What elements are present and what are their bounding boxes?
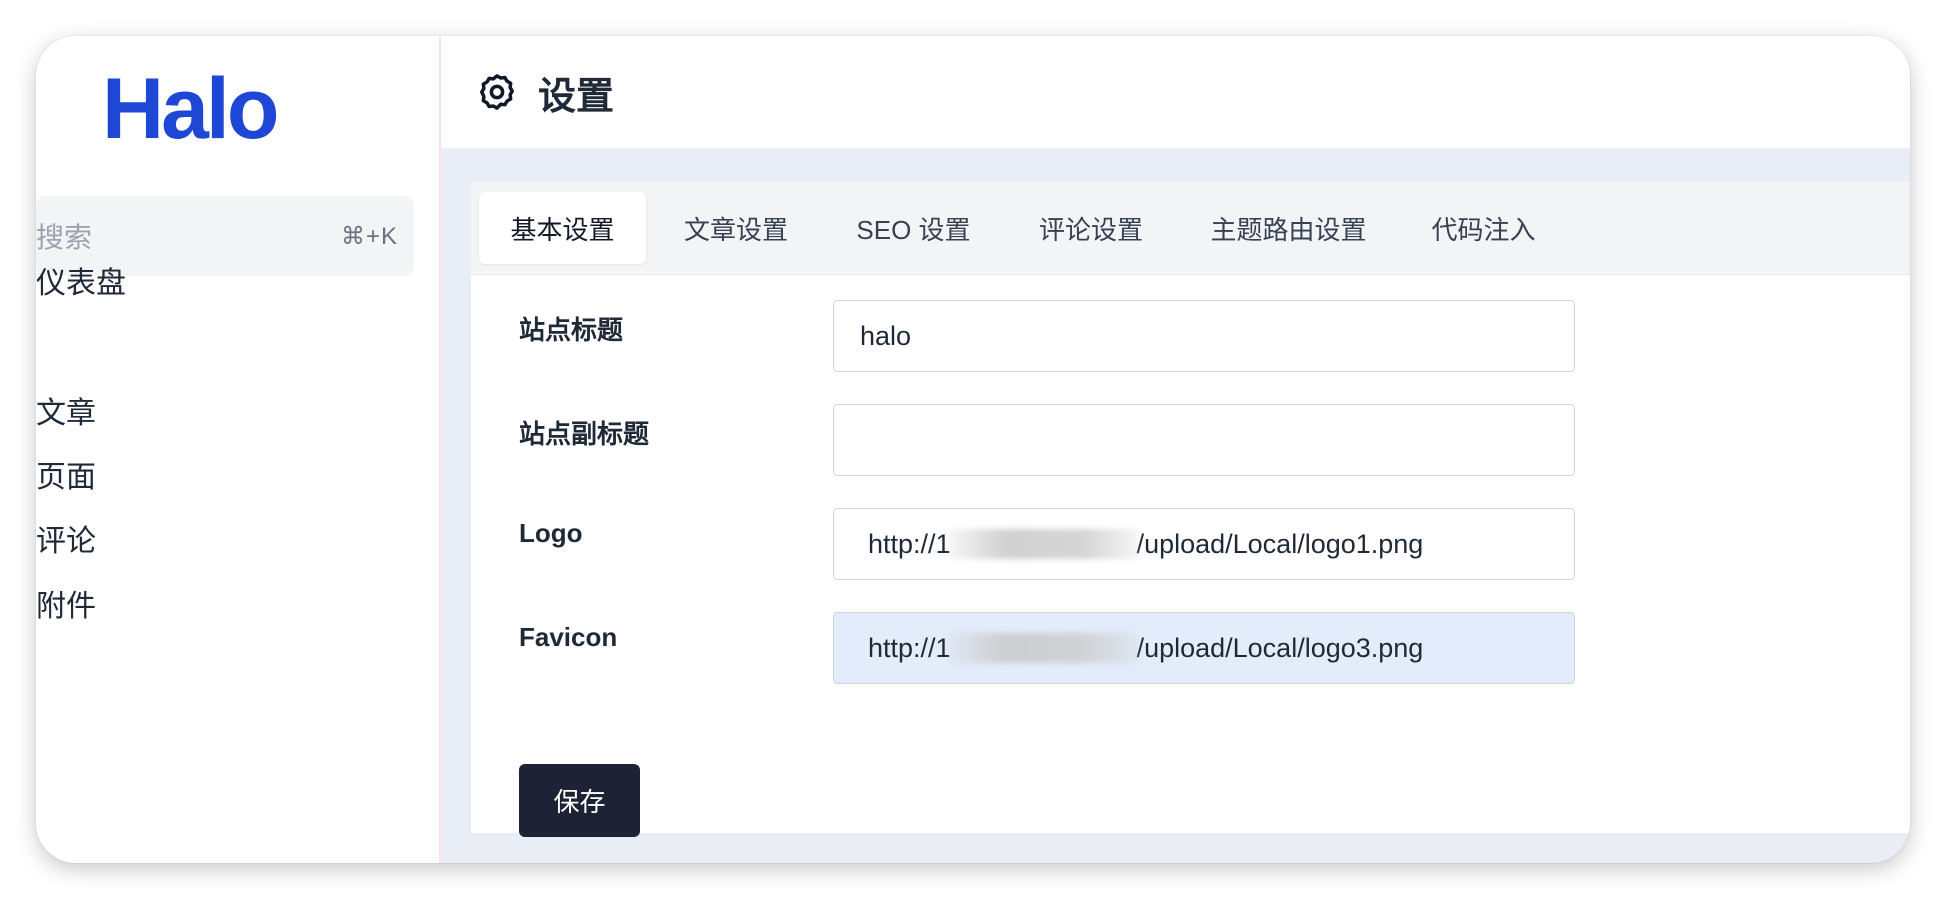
sidebar-item-attachments[interactable]: 附件 bbox=[36, 581, 96, 625]
page-header: 设置 bbox=[441, 36, 1910, 148]
logo-input[interactable]: http://1/upload/Local/logo1.png bbox=[833, 508, 1575, 580]
redacted-blur bbox=[948, 633, 1139, 663]
sidebar-item-label: 仪表盘 bbox=[36, 267, 126, 300]
gear-icon bbox=[480, 74, 514, 110]
save-button[interactable]: 保存 bbox=[519, 764, 640, 837]
sidebar-item-label: 页面 bbox=[36, 461, 96, 494]
tab-basic[interactable]: 基本设置 bbox=[479, 192, 646, 264]
search-shortcut: ⌘+K bbox=[340, 222, 398, 250]
sidebar: Halo 搜索 ⌘+K 仪表盘 文章 页面 评论 附件 bbox=[36, 36, 441, 863]
favicon-value-suffix: /upload/Local/logo3.png bbox=[1136, 632, 1424, 663]
favicon-input[interactable]: http://1/upload/Local/logo3.png bbox=[833, 612, 1575, 684]
settings-card: 基本设置 文章设置 SEO 设置 评论设置 主题路由设置 代码注入 站点标题 h… bbox=[471, 182, 1910, 837]
sidebar-item-comments[interactable]: 评论 bbox=[36, 516, 96, 560]
sidebar-item-label: 评论 bbox=[36, 525, 96, 558]
sidebar-item-posts[interactable]: 文章 bbox=[36, 388, 96, 432]
site-subtitle-input[interactable] bbox=[833, 404, 1575, 476]
sidebar-item-label: 文章 bbox=[36, 397, 96, 430]
site-title-label: 站点标题 bbox=[519, 315, 624, 345]
logo-value-prefix: http://1 bbox=[868, 528, 951, 559]
search-placeholder: 搜索 bbox=[36, 222, 93, 253]
settings-content: 基本设置 文章设置 SEO 设置 评论设置 主题路由设置 代码注入 站点标题 h… bbox=[441, 148, 1910, 863]
app-window: Halo 搜索 ⌘+K 仪表盘 文章 页面 评论 附件 设置 基本设置 文章设置… bbox=[36, 36, 1910, 863]
tab-posts[interactable]: 文章设置 bbox=[651, 192, 821, 264]
redacted-blur bbox=[948, 529, 1139, 559]
logo-value-suffix: /upload/Local/logo1.png bbox=[1136, 528, 1424, 559]
halo-logo[interactable]: Halo bbox=[102, 66, 279, 152]
sidebar-item-pages[interactable]: 页面 bbox=[36, 452, 96, 496]
favicon-value-prefix: http://1 bbox=[868, 632, 951, 663]
sidebar-item-label: 附件 bbox=[36, 590, 96, 623]
logo-label: Logo bbox=[519, 518, 583, 548]
settings-tabs: 基本设置 文章设置 SEO 设置 评论设置 主题路由设置 代码注入 bbox=[471, 182, 1910, 275]
tab-code-injection[interactable]: 代码注入 bbox=[1401, 192, 1566, 264]
site-subtitle-label: 站点副标题 bbox=[519, 419, 650, 449]
favicon-label: Favicon bbox=[519, 622, 618, 652]
tab-comments[interactable]: 评论设置 bbox=[1006, 192, 1176, 264]
page-title: 设置 bbox=[538, 75, 615, 118]
site-title-input[interactable]: halo bbox=[833, 300, 1575, 372]
tab-seo[interactable]: SEO 设置 bbox=[826, 192, 1001, 264]
tab-theme-routes[interactable]: 主题路由设置 bbox=[1181, 192, 1396, 264]
sidebar-item-dashboard[interactable]: 仪表盘 bbox=[36, 258, 126, 302]
site-title-value: halo bbox=[860, 320, 912, 351]
